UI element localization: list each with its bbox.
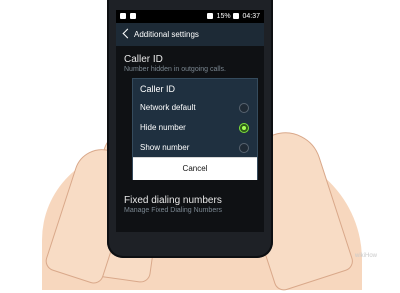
app-notification-icon — [129, 13, 136, 20]
settings-item-title: Caller ID — [124, 54, 163, 65]
option-label: Network default — [140, 103, 196, 112]
signal-icon — [206, 13, 213, 20]
top-app-bar: Additional settings — [116, 23, 264, 46]
back-arrow-icon[interactable] — [122, 28, 133, 39]
radio-button-icon[interactable] — [239, 143, 249, 153]
watermark-text: wikiHow — [355, 253, 378, 259]
cancel-button[interactable]: Cancel — [133, 157, 257, 180]
option-label: Show number — [140, 143, 190, 152]
radio-button-selected-icon[interactable] — [239, 123, 249, 133]
system-status: 15% 04:37 — [206, 10, 260, 23]
option-hide-number[interactable]: Hide number — [133, 118, 257, 137]
image-notification-icon — [120, 13, 126, 20]
notification-icons — [120, 10, 138, 23]
settings-item-subtitle: Number hidden in outgoing calls. — [124, 66, 226, 73]
status-bar: 15% 04:37 — [116, 10, 264, 23]
dialog-title: Caller ID — [140, 84, 176, 94]
settings-item-fixed-dialing[interactable]: Fixed dialing numbers Manage Fixed Diali… — [124, 195, 222, 214]
option-label: Hide number — [140, 123, 186, 132]
caller-id-dialog: Caller ID Network default Hide number Sh… — [132, 78, 258, 180]
settings-item-subtitle: Manage Fixed Dialing Numbers — [124, 207, 223, 214]
illustration-scene: 15% 04:37 Additional settings Caller ID … — [0, 0, 400, 293]
option-show-number[interactable]: Show number — [133, 138, 257, 157]
settings-item-title: Fixed dialing numbers — [124, 195, 222, 206]
time-text: 04:37 — [242, 13, 260, 20]
battery-percent: 15% — [216, 13, 231, 20]
option-network-default[interactable]: Network default — [133, 98, 257, 117]
settings-item-caller-id[interactable]: Caller ID Number hidden in outgoing call… — [124, 54, 226, 73]
page-title: Additional settings — [134, 30, 199, 39]
battery-icon — [232, 13, 239, 20]
radio-button-icon[interactable] — [239, 103, 249, 113]
